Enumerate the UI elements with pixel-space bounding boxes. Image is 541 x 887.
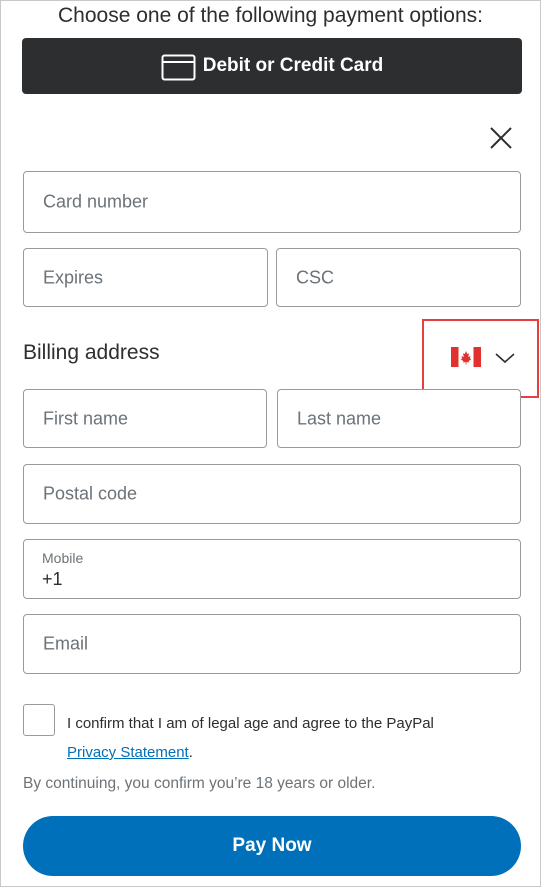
legal-age-statement: I confirm that I am of legal age and agr… [67, 709, 507, 767]
csc-placeholder: CSC [296, 267, 335, 287]
chevron-down-icon [495, 353, 515, 364]
pay-now-button[interactable]: Pay Now [23, 816, 521, 876]
mobile-label: Mobile [42, 550, 84, 566]
last-name-field[interactable]: Last name [277, 389, 521, 448]
last-name-placeholder: Last name [297, 408, 382, 428]
postal-code-field[interactable]: Postal code [23, 464, 521, 524]
email-field[interactable]: Email [23, 614, 521, 674]
payment-options-heading: Choose one of the following payment opti… [58, 4, 483, 27]
mobile-field[interactable]: Mobile +1 [23, 539, 521, 599]
card-number-placeholder: Card number [43, 191, 149, 212]
privacy-statement-link[interactable]: Privacy Statement [67, 744, 189, 761]
credit-card-icon [161, 54, 196, 80]
first-name-field[interactable]: First name [23, 389, 267, 448]
age-notice: By continuing, you confirm you’re 18 yea… [23, 775, 376, 792]
legal-age-text: I confirm that I am of legal age and agr… [67, 715, 434, 732]
expires-field[interactable]: Expires [23, 248, 268, 307]
debit-credit-card-button[interactable]: Debit or Credit Card [22, 38, 522, 94]
country-selector[interactable] [422, 319, 539, 398]
close-icon[interactable] [486, 123, 516, 153]
legal-age-checkbox[interactable] [23, 704, 55, 736]
csc-field[interactable]: CSC [276, 248, 521, 307]
first-name-placeholder: First name [43, 408, 129, 428]
postal-code-placeholder: Postal code [43, 483, 138, 504]
expires-placeholder: Expires [43, 267, 104, 287]
debit-credit-card-label: Debit or Credit Card [202, 55, 384, 76]
billing-address-title: Billing address [23, 341, 160, 364]
canada-flag-icon [451, 347, 481, 367]
mobile-value: +1 [42, 569, 63, 589]
card-number-field[interactable]: Card number [23, 171, 521, 233]
statement-period: . [188, 744, 193, 761]
email-placeholder: Email [43, 633, 89, 654]
